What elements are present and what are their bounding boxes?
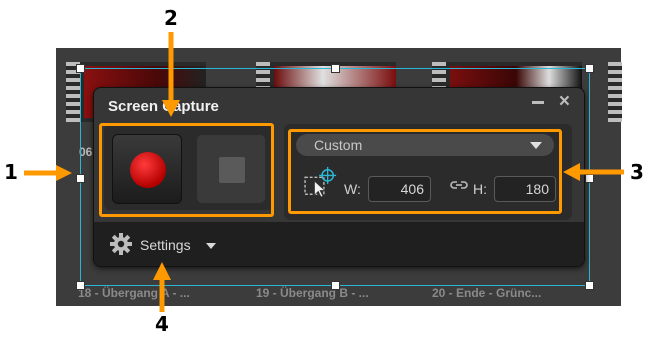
callout-number: 3 [630, 160, 644, 184]
callout-arrows [24, 32, 624, 312]
callout-number: 2 [164, 6, 178, 30]
callout-number: 1 [4, 160, 18, 184]
callout-number: 4 [155, 312, 169, 336]
